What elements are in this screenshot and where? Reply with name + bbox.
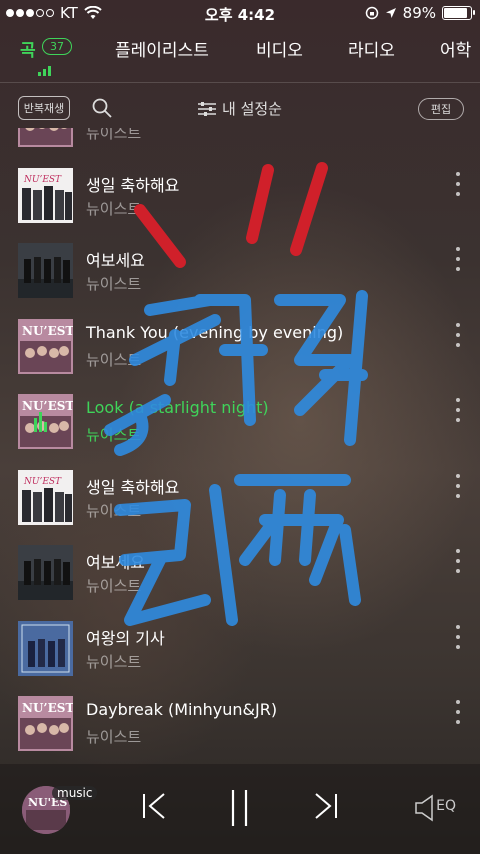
eq-button[interactable]: EQ bbox=[436, 798, 456, 814]
song-artist: 뉴이스트 bbox=[86, 128, 142, 142]
sort-button[interactable]: 내 설정순 bbox=[198, 98, 282, 119]
more-options-icon[interactable] bbox=[454, 322, 462, 347]
tab-language[interactable]: 어학 bbox=[440, 36, 471, 61]
status-bar: KT 오후 4:42 89% bbox=[0, 0, 480, 28]
song-row[interactable]: 여보세요뉴이스트 bbox=[0, 231, 480, 307]
more-options-icon[interactable] bbox=[454, 473, 462, 498]
more-options-icon[interactable] bbox=[454, 549, 462, 573]
svg-text:NU’EST: NU’EST bbox=[22, 399, 73, 413]
album-art bbox=[18, 545, 73, 600]
song-title: 여왕의 기사 bbox=[86, 628, 165, 648]
song-artist: 뉴이스트 bbox=[86, 199, 142, 218]
song-title: Thank You (evening by evening) bbox=[86, 322, 344, 342]
svg-text:NU’EST: NU’EST bbox=[23, 175, 62, 185]
song-artist: 뉴이스트 bbox=[86, 501, 142, 520]
song-artist: 뉴이스트 bbox=[86, 728, 142, 746]
song-artist: 뉴이스트 bbox=[86, 652, 142, 671]
speaker-icon[interactable] bbox=[414, 794, 436, 822]
list-toolbar: 반복재생 내 설정순 편집 bbox=[0, 90, 480, 130]
song-title: 생일 축하해요 bbox=[86, 175, 180, 195]
category-tabs: 곡 37 플레이리스트 비디오 라디오 어학 bbox=[0, 30, 480, 80]
song-title: Look (a starlight night) bbox=[86, 398, 269, 417]
tab-songs[interactable]: 곡 bbox=[20, 36, 36, 61]
album-art bbox=[18, 243, 73, 298]
song-row[interactable]: NU’EST Thank You (evening by evening) 뉴이스트 bbox=[0, 307, 480, 383]
now-playing-bars-icon bbox=[38, 66, 51, 76]
song-artist: 뉴이스트 bbox=[86, 275, 142, 293]
rotation-lock-icon bbox=[365, 6, 378, 20]
more-options-icon[interactable] bbox=[454, 398, 462, 422]
battery-icon bbox=[442, 6, 475, 20]
album-art: NU’EST bbox=[18, 318, 73, 374]
edit-button[interactable]: 편집 bbox=[418, 98, 464, 120]
status-right: 89% bbox=[365, 4, 475, 22]
song-row[interactable]: 여왕의 기사뉴이스트 bbox=[0, 609, 480, 685]
song-title: Daybreak (Minhyun&JR) bbox=[86, 700, 278, 719]
song-row[interactable]: NU’EST Daybreak (Minhyun&JR) 뉴이스트 bbox=[0, 684, 480, 760]
song-list: NU’ESTLove Paint (every afternoon)뉴이스트NU… bbox=[0, 128, 480, 764]
repeat-button[interactable]: 반복재생 bbox=[18, 96, 70, 120]
song-row[interactable]: NU’EST 생일 축하해요뉴이스트 bbox=[0, 458, 480, 534]
next-track-icon[interactable] bbox=[312, 788, 340, 824]
location-icon bbox=[385, 8, 396, 18]
tab-playlist[interactable]: 플레이리스트 bbox=[115, 36, 209, 61]
song-title: 여보세요 bbox=[86, 553, 145, 572]
tabs-divider bbox=[0, 82, 480, 83]
album-art: NU’EST bbox=[18, 128, 73, 147]
playing-indicator-icon bbox=[34, 412, 47, 432]
tab-video[interactable]: 비디오 bbox=[256, 36, 303, 61]
song-count-badge: 37 bbox=[42, 38, 72, 55]
song-title: 생일 축하해요 bbox=[86, 477, 180, 497]
song-row[interactable]: NU’EST Look (a starlight night) 뉴이스트 bbox=[0, 382, 480, 458]
previous-track-icon[interactable] bbox=[140, 788, 168, 824]
svg-text:NU’EST: NU’EST bbox=[22, 324, 73, 338]
song-row[interactable]: 여보세요뉴이스트 bbox=[0, 533, 480, 609]
song-artist: 뉴이스트 bbox=[86, 350, 142, 369]
pause-icon[interactable] bbox=[226, 788, 254, 828]
svg-text:NU’EST: NU’EST bbox=[23, 477, 62, 487]
mini-player: NU'EST music EQ bbox=[0, 764, 480, 854]
tab-radio[interactable]: 라디오 bbox=[348, 36, 395, 61]
more-options-icon[interactable] bbox=[454, 171, 462, 196]
album-art: NU’EST bbox=[18, 167, 73, 223]
album-art bbox=[18, 620, 73, 676]
more-options-icon[interactable] bbox=[454, 624, 462, 649]
battery-percent: 89% bbox=[402, 4, 436, 22]
sort-label: 내 설정순 bbox=[222, 100, 282, 118]
more-options-icon[interactable] bbox=[454, 247, 462, 271]
album-art: NU’EST bbox=[18, 469, 73, 525]
song-row[interactable]: NU’ESTLove Paint (every afternoon)뉴이스트 bbox=[0, 128, 480, 156]
song-title: 여보세요 bbox=[86, 251, 145, 270]
album-art: NU’EST bbox=[18, 696, 73, 751]
search-icon[interactable] bbox=[92, 98, 112, 118]
song-row[interactable]: NU’EST 생일 축하해요뉴이스트 bbox=[0, 156, 480, 232]
song-artist: 뉴이스트 bbox=[86, 577, 142, 595]
sort-sliders-icon bbox=[198, 101, 216, 116]
svg-text:NU’EST: NU’EST bbox=[22, 701, 73, 715]
song-artist: 뉴이스트 bbox=[86, 426, 142, 444]
more-options-icon[interactable] bbox=[454, 700, 462, 724]
music-badge: music bbox=[52, 786, 98, 800]
